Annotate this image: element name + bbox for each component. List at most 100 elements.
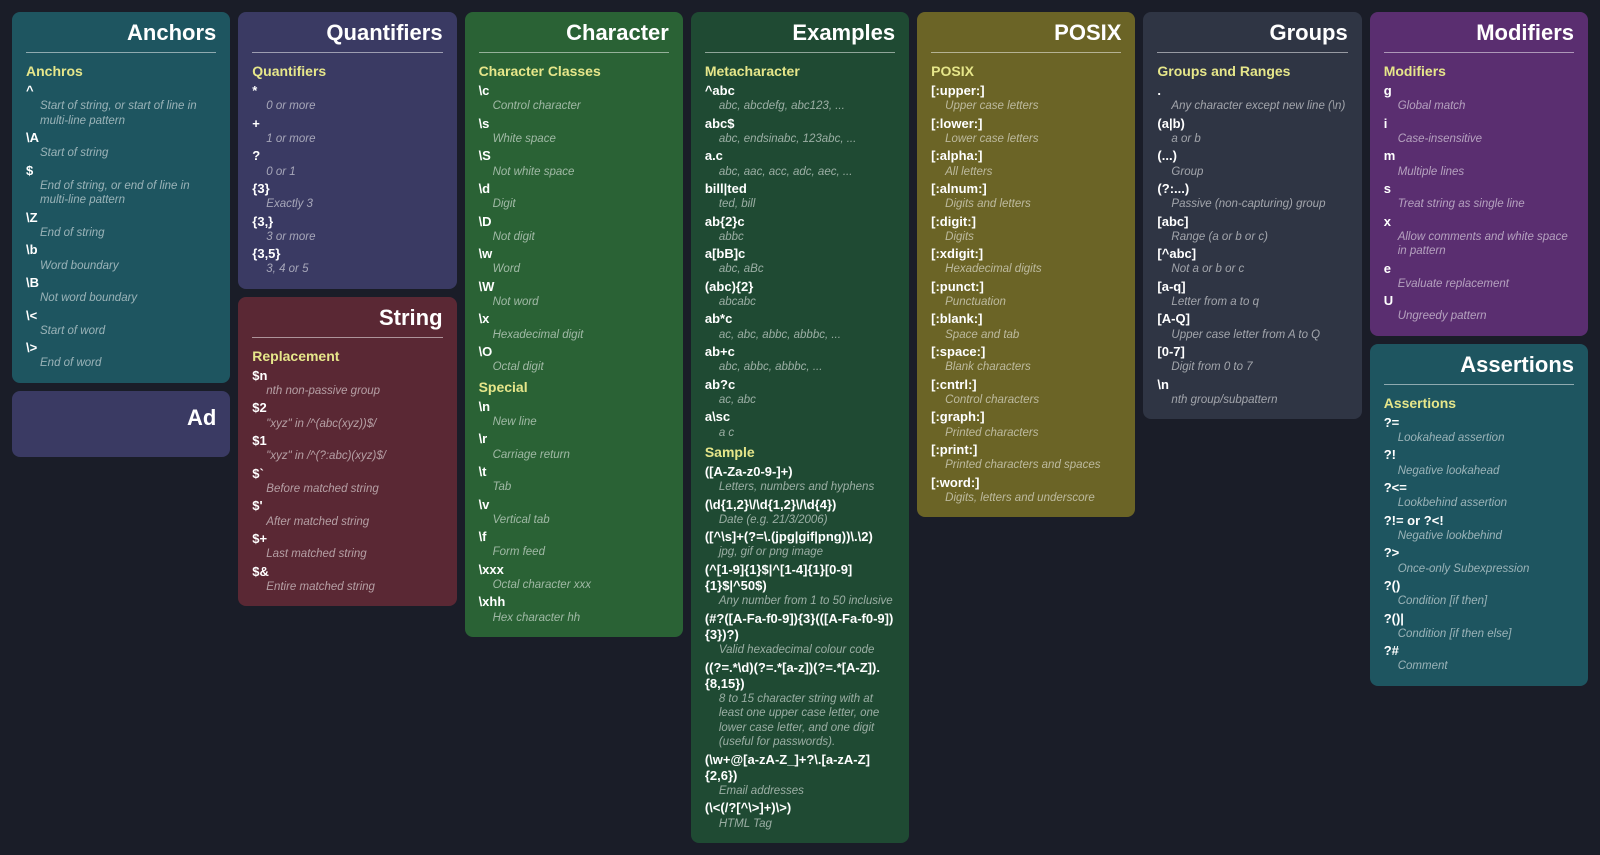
description: Comment bbox=[1384, 659, 1574, 673]
term: [:upper:] bbox=[931, 81, 1121, 99]
description: Hexade­cimal digit bbox=[479, 328, 669, 342]
term: * bbox=[252, 81, 442, 99]
description: Not digit bbox=[479, 230, 669, 244]
term: \x bbox=[479, 309, 669, 327]
card-title: String bbox=[252, 297, 442, 338]
term: [:alnum:] bbox=[931, 179, 1121, 197]
description: End of word bbox=[26, 356, 216, 370]
term: \b bbox=[26, 240, 216, 258]
term: a\sc bbox=[705, 407, 895, 425]
description: Letter from a to q bbox=[1157, 295, 1347, 309]
term: U bbox=[1384, 291, 1574, 309]
description: Form feed bbox=[479, 545, 669, 559]
description: Word boundary bbox=[26, 259, 216, 273]
term: [:graph:] bbox=[931, 407, 1121, 425]
term: ab*c bbox=[705, 309, 895, 327]
card: ModifiersModifiersgGlobal matchiCase-i­n… bbox=[1370, 12, 1588, 336]
card: GroupsGroups and Ranges.Any character ex… bbox=[1143, 12, 1361, 419]
section-head: Character Classes bbox=[479, 59, 669, 81]
term: ?# bbox=[1384, 641, 1574, 659]
description: Any character except new line (\n) bbox=[1157, 99, 1347, 113]
term: + bbox=[252, 114, 442, 132]
description: HTML Tag bbox=[705, 817, 895, 831]
description: a c bbox=[705, 426, 895, 440]
description: End of string, or end of line in multi-l… bbox=[26, 179, 216, 208]
term: $+ bbox=[252, 529, 442, 547]
description: Case-i­nse­nsitive bbox=[1384, 132, 1574, 146]
term: (\<(/?[^\>]+)\>) bbox=[705, 798, 895, 816]
term: (#?([A-Fa-f0-9]){3}(([A-Fa-f0-9]){3})?) bbox=[705, 609, 895, 644]
term: \xxx bbox=[479, 560, 669, 578]
card: ExamplesMetacharacter^abcabc, abcdefg, a… bbox=[691, 12, 909, 843]
term: \W bbox=[479, 277, 669, 295]
description: Passive (non-c­apt­uring) group bbox=[1157, 197, 1347, 211]
description: Upper case letters bbox=[931, 99, 1121, 113]
term: $2 bbox=[252, 398, 442, 416]
section-head: POSIX bbox=[931, 59, 1121, 81]
description: Valid hexadecimal colour code bbox=[705, 643, 895, 657]
description: Punctu­ation bbox=[931, 295, 1121, 309]
card-title: POSIX bbox=[931, 12, 1121, 53]
term: [abc] bbox=[1157, 212, 1347, 230]
term: [:alpha:] bbox=[931, 146, 1121, 164]
description: Exactly 3 bbox=[252, 197, 442, 211]
section-head: Sample bbox=[705, 440, 895, 462]
term: a.c bbox=[705, 146, 895, 164]
description: Printed characters and spaces bbox=[931, 458, 1121, 472]
term: ^abc bbox=[705, 81, 895, 99]
description: All letters bbox=[931, 165, 1121, 179]
description: ac, abc, abbc, abbbc, ... bbox=[705, 328, 895, 342]
description: abc, abcdefg, abc123, ... bbox=[705, 99, 895, 113]
card-title: Ad bbox=[26, 391, 216, 445]
description: Hex character hh bbox=[479, 611, 669, 625]
description: Lookahead assertion bbox=[1384, 431, 1574, 445]
term: ((?=.*\d)(?=.*[a-z])(?=.*[A-Z]).{8,15}) bbox=[705, 658, 895, 693]
term: $ bbox=[26, 161, 216, 179]
description: Not word boundary bbox=[26, 291, 216, 305]
description: abcabc bbox=[705, 295, 895, 309]
column: CharacterCharacter Classes\cControl char… bbox=[465, 12, 683, 637]
section-head: Assertions bbox=[1384, 391, 1574, 413]
card: CharacterCharacter Classes\cControl char… bbox=[465, 12, 683, 637]
description: New line bbox=[479, 415, 669, 429]
term: ab+c bbox=[705, 342, 895, 360]
term: \s bbox=[479, 114, 669, 132]
column: ModifiersModifiersgGlobal matchiCase-i­n… bbox=[1370, 12, 1588, 686]
term: \d bbox=[479, 179, 669, 197]
term: ab?c bbox=[705, 375, 895, 393]
term: [:cntrl:] bbox=[931, 375, 1121, 393]
description: abc, abbc, abbbc, ... bbox=[705, 360, 895, 374]
term: . bbox=[1157, 81, 1347, 99]
description: Carriage return bbox=[479, 448, 669, 462]
description: Once-only Subexp­ression bbox=[1384, 562, 1574, 576]
term: $& bbox=[252, 562, 442, 580]
term: \D bbox=[479, 212, 669, 230]
description: jpg, gif or png image bbox=[705, 545, 895, 559]
term: [:space:] bbox=[931, 342, 1121, 360]
description: 3 or more bbox=[252, 230, 442, 244]
term: g bbox=[1384, 81, 1574, 99]
description: White space bbox=[479, 132, 669, 146]
description: 0 or more bbox=[252, 99, 442, 113]
description: Upper case letter from A to Q bbox=[1157, 328, 1347, 342]
section-head: Special bbox=[479, 375, 669, 397]
description: Digits bbox=[931, 230, 1121, 244]
term: $1 bbox=[252, 431, 442, 449]
term: [a-q] bbox=[1157, 277, 1347, 295]
description: Start of word bbox=[26, 324, 216, 338]
description: Digits, letters and underscore bbox=[931, 491, 1121, 505]
term: ?() bbox=[1384, 576, 1574, 594]
description: Vertical tab bbox=[479, 513, 669, 527]
description: nth non-pa­ssive group bbox=[252, 384, 442, 398]
section-head: Modifiers bbox=[1384, 59, 1574, 81]
term: [:lower:] bbox=[931, 114, 1121, 132]
description: Blank characters bbox=[931, 360, 1121, 374]
card-title: Groups bbox=[1157, 12, 1347, 53]
description: Email addresses bbox=[705, 784, 895, 798]
card: AssertionsAssertions?=Lookahead assertio… bbox=[1370, 344, 1588, 686]
section-head: Anchros bbox=[26, 59, 216, 81]
term: ?! bbox=[1384, 445, 1574, 463]
description: abc, aBc bbox=[705, 262, 895, 276]
description: Octal digit bbox=[479, 360, 669, 374]
card-title: Assertions bbox=[1384, 344, 1574, 385]
